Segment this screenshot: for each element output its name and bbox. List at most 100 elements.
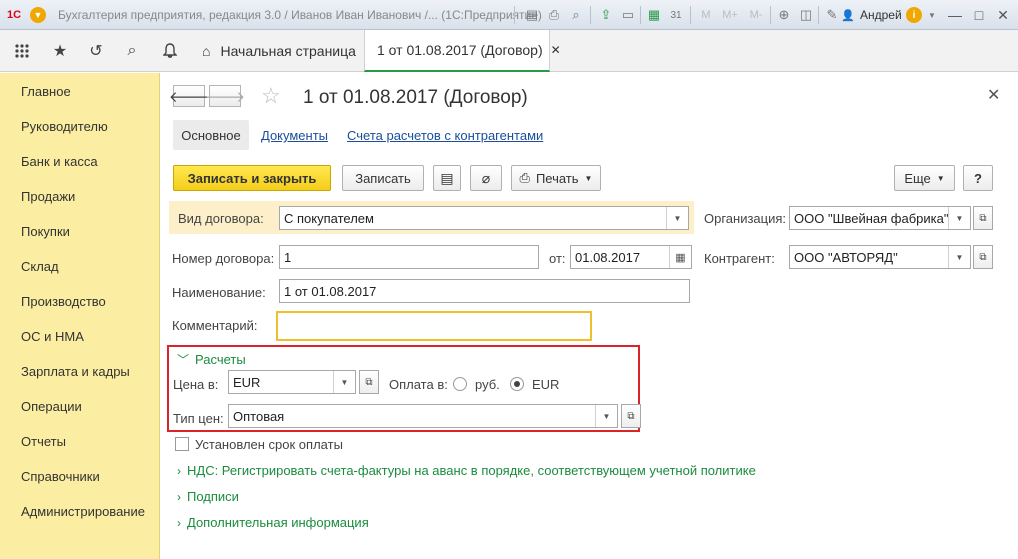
- payment-currency-label: Оплата в:: [389, 377, 448, 392]
- more-label: Еще: [904, 170, 931, 186]
- save-icon[interactable]: ▤: [522, 5, 542, 25]
- org-open-button[interactable]: ⧉: [973, 206, 993, 230]
- number-field[interactable]: 1: [279, 245, 539, 269]
- payment-rub-label[interactable]: руб.: [475, 377, 500, 392]
- payment-rub-radio[interactable]: [453, 377, 467, 391]
- sidebar-item-warehouse[interactable]: Склад: [21, 259, 59, 274]
- payment-eur-radio[interactable]: [510, 377, 524, 391]
- price-currency-select[interactable]: EUR ▼: [228, 370, 356, 394]
- sidebar-item-bank[interactable]: Банк и касса: [21, 154, 98, 169]
- favorites-star-icon[interactable]: ★: [48, 39, 72, 63]
- memory-minus-button[interactable]: M-: [744, 5, 768, 25]
- subtab-documents[interactable]: Документы: [261, 128, 328, 143]
- sidebar-item-reports[interactable]: Отчеты: [21, 434, 66, 449]
- attachment-icon[interactable]: ⌀: [470, 165, 502, 191]
- sidebar-item-manager[interactable]: Руководителю: [21, 119, 108, 134]
- payment-term-checkbox[interactable]: [175, 437, 189, 451]
- doc-list-icon[interactable]: ▭: [618, 5, 638, 25]
- history-icon[interactable]: ↺: [84, 39, 108, 63]
- memory-m-button[interactable]: M: [696, 5, 716, 25]
- separator: [590, 6, 591, 24]
- contract-type-value: С покупателем: [284, 210, 374, 226]
- price-currency-value: EUR: [233, 374, 261, 390]
- separator: [640, 6, 641, 24]
- print-button[interactable]: ⎙ Печать ▼: [511, 165, 601, 191]
- sidebar-item-main[interactable]: Главное: [21, 84, 71, 99]
- separator: [818, 6, 819, 24]
- calendar-icon[interactable]: 31: [666, 5, 686, 25]
- zoom-icon[interactable]: ⊕: [774, 5, 794, 25]
- calc-icon[interactable]: ▦: [644, 5, 664, 25]
- subtab-accounts[interactable]: Счета расчетов с контрагентами: [347, 128, 543, 143]
- sidebar-item-production[interactable]: Производство: [21, 294, 106, 309]
- org-select[interactable]: ООО "Швейная фабрика" ▼: [789, 206, 971, 230]
- preview-icon[interactable]: ⌕: [566, 5, 586, 25]
- apps-grid-icon[interactable]: [10, 39, 34, 63]
- price-type-open-button[interactable]: ⧉: [621, 404, 641, 428]
- sidebar-item-admin[interactable]: Администрирование: [21, 504, 145, 519]
- sidebar-item-operations[interactable]: Операции: [21, 399, 82, 414]
- sidebar-item-catalogs[interactable]: Справочники: [21, 469, 100, 484]
- sidebar-item-assets[interactable]: ОС и НМА: [21, 329, 84, 344]
- counterparty-open-button[interactable]: ⧉: [973, 245, 993, 269]
- chevron-down-icon[interactable]: ▼: [948, 207, 970, 229]
- date-field[interactable]: 01.08.2017 ▦: [570, 245, 692, 269]
- chevron-down-icon[interactable]: ▼: [595, 405, 617, 427]
- subtab-main[interactable]: Основное: [173, 120, 249, 150]
- maximize-button[interactable]: □: [968, 4, 990, 26]
- search-icon[interactable]: ⌕: [120, 39, 144, 63]
- sidebar-item-purchases[interactable]: Покупки: [21, 224, 70, 239]
- minimize-button[interactable]: —: [944, 4, 966, 26]
- sidebar-item-sales[interactable]: Продажи: [21, 189, 75, 204]
- chevron-down-icon: ▼: [936, 173, 945, 183]
- memory-plus-button[interactable]: M+: [718, 5, 742, 25]
- chevron-down-icon[interactable]: ▼: [333, 371, 355, 393]
- panel-icon[interactable]: ◫: [796, 5, 816, 25]
- name-field[interactable]: 1 от 01.08.2017: [279, 279, 690, 303]
- list-icon[interactable]: ▤: [433, 165, 461, 191]
- close-window-button[interactable]: ✕: [992, 4, 1014, 26]
- price-type-select[interactable]: Оптовая ▼: [228, 404, 618, 428]
- counterparty-select[interactable]: ООО "АВТОРЯД" ▼: [789, 245, 971, 269]
- forward-button[interactable]: 🡒: [205, 85, 245, 107]
- save-close-button[interactable]: Записать и закрыть: [173, 165, 331, 191]
- nav-bar: ★ ↺ ⌕ ⌂ Начальная страница 1 от 01.08.20…: [0, 30, 1018, 72]
- close-icon[interactable]: ✕: [987, 85, 1000, 105]
- print-icon: ⎙: [519, 170, 530, 185]
- payment-term-label[interactable]: Установлен срок оплаты: [195, 437, 343, 452]
- doc-icon[interactable]: ⇪: [596, 5, 616, 25]
- settlements-header[interactable]: ﹀ Расчеты: [177, 351, 246, 368]
- settlements-group: ﹀ Расчеты Цена в: EUR ▼ ⧉ Оплата в: руб. …: [167, 345, 641, 432]
- price-currency-open-button[interactable]: ⧉: [359, 370, 379, 394]
- more-button[interactable]: Еще ▼: [894, 165, 955, 191]
- print-icon[interactable]: ⎙: [544, 5, 564, 25]
- menu-icon[interactable]: ▼: [28, 5, 48, 25]
- 1c-logo-icon[interactable]: 1С: [4, 5, 24, 25]
- payment-eur-label[interactable]: EUR: [532, 377, 559, 392]
- contract-type-select[interactable]: С покупателем ▼: [279, 206, 689, 230]
- chevron-down-icon[interactable]: ▼: [948, 246, 970, 268]
- chevron-down-icon[interactable]: ▼: [666, 207, 688, 229]
- comment-field[interactable]: [276, 311, 592, 341]
- calendar-icon[interactable]: ▦: [669, 246, 691, 268]
- additional-info-label: Дополнительная информация: [187, 515, 369, 530]
- price-type-value: Оптовая: [233, 408, 285, 424]
- signatures-expander[interactable]: › Подписи: [177, 489, 239, 504]
- window-title: Бухгалтерия предприятия, редакция 3.0 / …: [58, 8, 542, 22]
- help-button[interactable]: ?: [963, 165, 993, 191]
- tab-home[interactable]: ⌂ Начальная страница: [192, 30, 362, 72]
- close-tab-icon[interactable]: ✕: [551, 43, 561, 57]
- vat-expander[interactable]: › НДС: Регистрировать счета-фактуры на ав…: [177, 463, 756, 478]
- info-icon[interactable]: i: [904, 5, 924, 25]
- favorite-star-icon[interactable]: ☆: [261, 83, 281, 109]
- save-button[interactable]: Записать: [342, 165, 424, 191]
- user-name[interactable]: Андрей: [860, 8, 902, 22]
- sidebar-item-salary[interactable]: Зарплата и кадры: [21, 364, 130, 379]
- separator: [690, 6, 691, 24]
- date-label: от:: [549, 251, 566, 266]
- additional-info-expander[interactable]: › Дополнительная информация: [177, 515, 369, 530]
- back-button[interactable]: 🡐: [169, 85, 209, 107]
- tab-contract[interactable]: 1 от 01.08.2017 (Договор) ✕: [364, 30, 561, 72]
- info-dropdown-icon[interactable]: ▼: [922, 5, 942, 25]
- notifications-bell-icon[interactable]: [158, 39, 182, 63]
